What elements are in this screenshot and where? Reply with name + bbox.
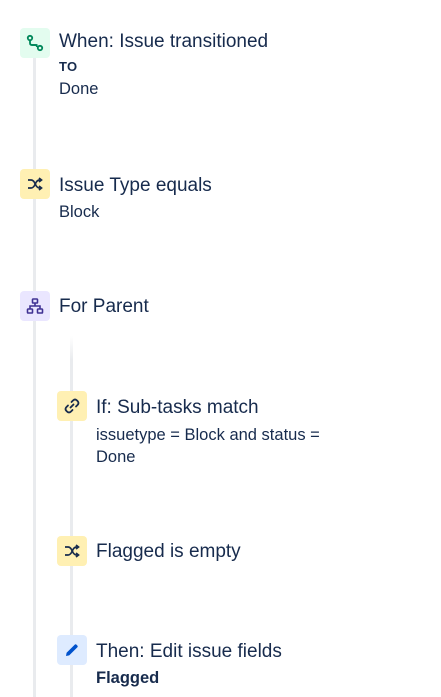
issue-type-condition-value: Block [59, 203, 100, 221]
issue-type-condition-component[interactable]: Issue Type equals Block [18, 169, 318, 225]
shuffle-icon [57, 536, 87, 566]
rule-connector-line [33, 44, 36, 697]
issue-type-condition-title: Issue Type equals [59, 175, 212, 196]
pencil-icon [57, 635, 87, 665]
for-parent-branch-title: For Parent [59, 296, 149, 317]
flagged-empty-condition-component[interactable]: Flagged is empty [55, 536, 355, 570]
transition-icon [20, 28, 50, 58]
subtasks-match-condition-title: If: Sub-tasks match [96, 397, 259, 418]
flagged-empty-condition-title: Flagged is empty [96, 541, 241, 562]
trigger-component[interactable]: When: Issue transitioned TO Done [18, 26, 318, 106]
subtasks-match-query-line2: Done [96, 448, 136, 466]
edit-issue-fields-action-title: Then: Edit issue fields [96, 641, 282, 662]
trigger-status-value: Done [59, 80, 99, 98]
link-icon [57, 391, 87, 421]
shuffle-icon [20, 169, 50, 199]
automation-rule-canvas: When: Issue transitioned TO Done Issue T… [0, 0, 441, 697]
edit-issue-fields-field-name: Flagged [96, 669, 160, 687]
for-parent-branch-component[interactable]: For Parent [18, 291, 318, 325]
trigger-title: When: Issue transitioned [59, 31, 269, 52]
edit-issue-fields-action-component[interactable]: Then: Edit issue fields Flagged [55, 635, 375, 693]
subtasks-match-condition-component[interactable]: If: Sub-tasks match issuetype = Block an… [55, 391, 375, 471]
trigger-to-label: TO [59, 59, 78, 74]
hierarchy-icon [20, 291, 50, 321]
subtasks-match-query-line1: issuetype = Block and status = [96, 426, 320, 444]
